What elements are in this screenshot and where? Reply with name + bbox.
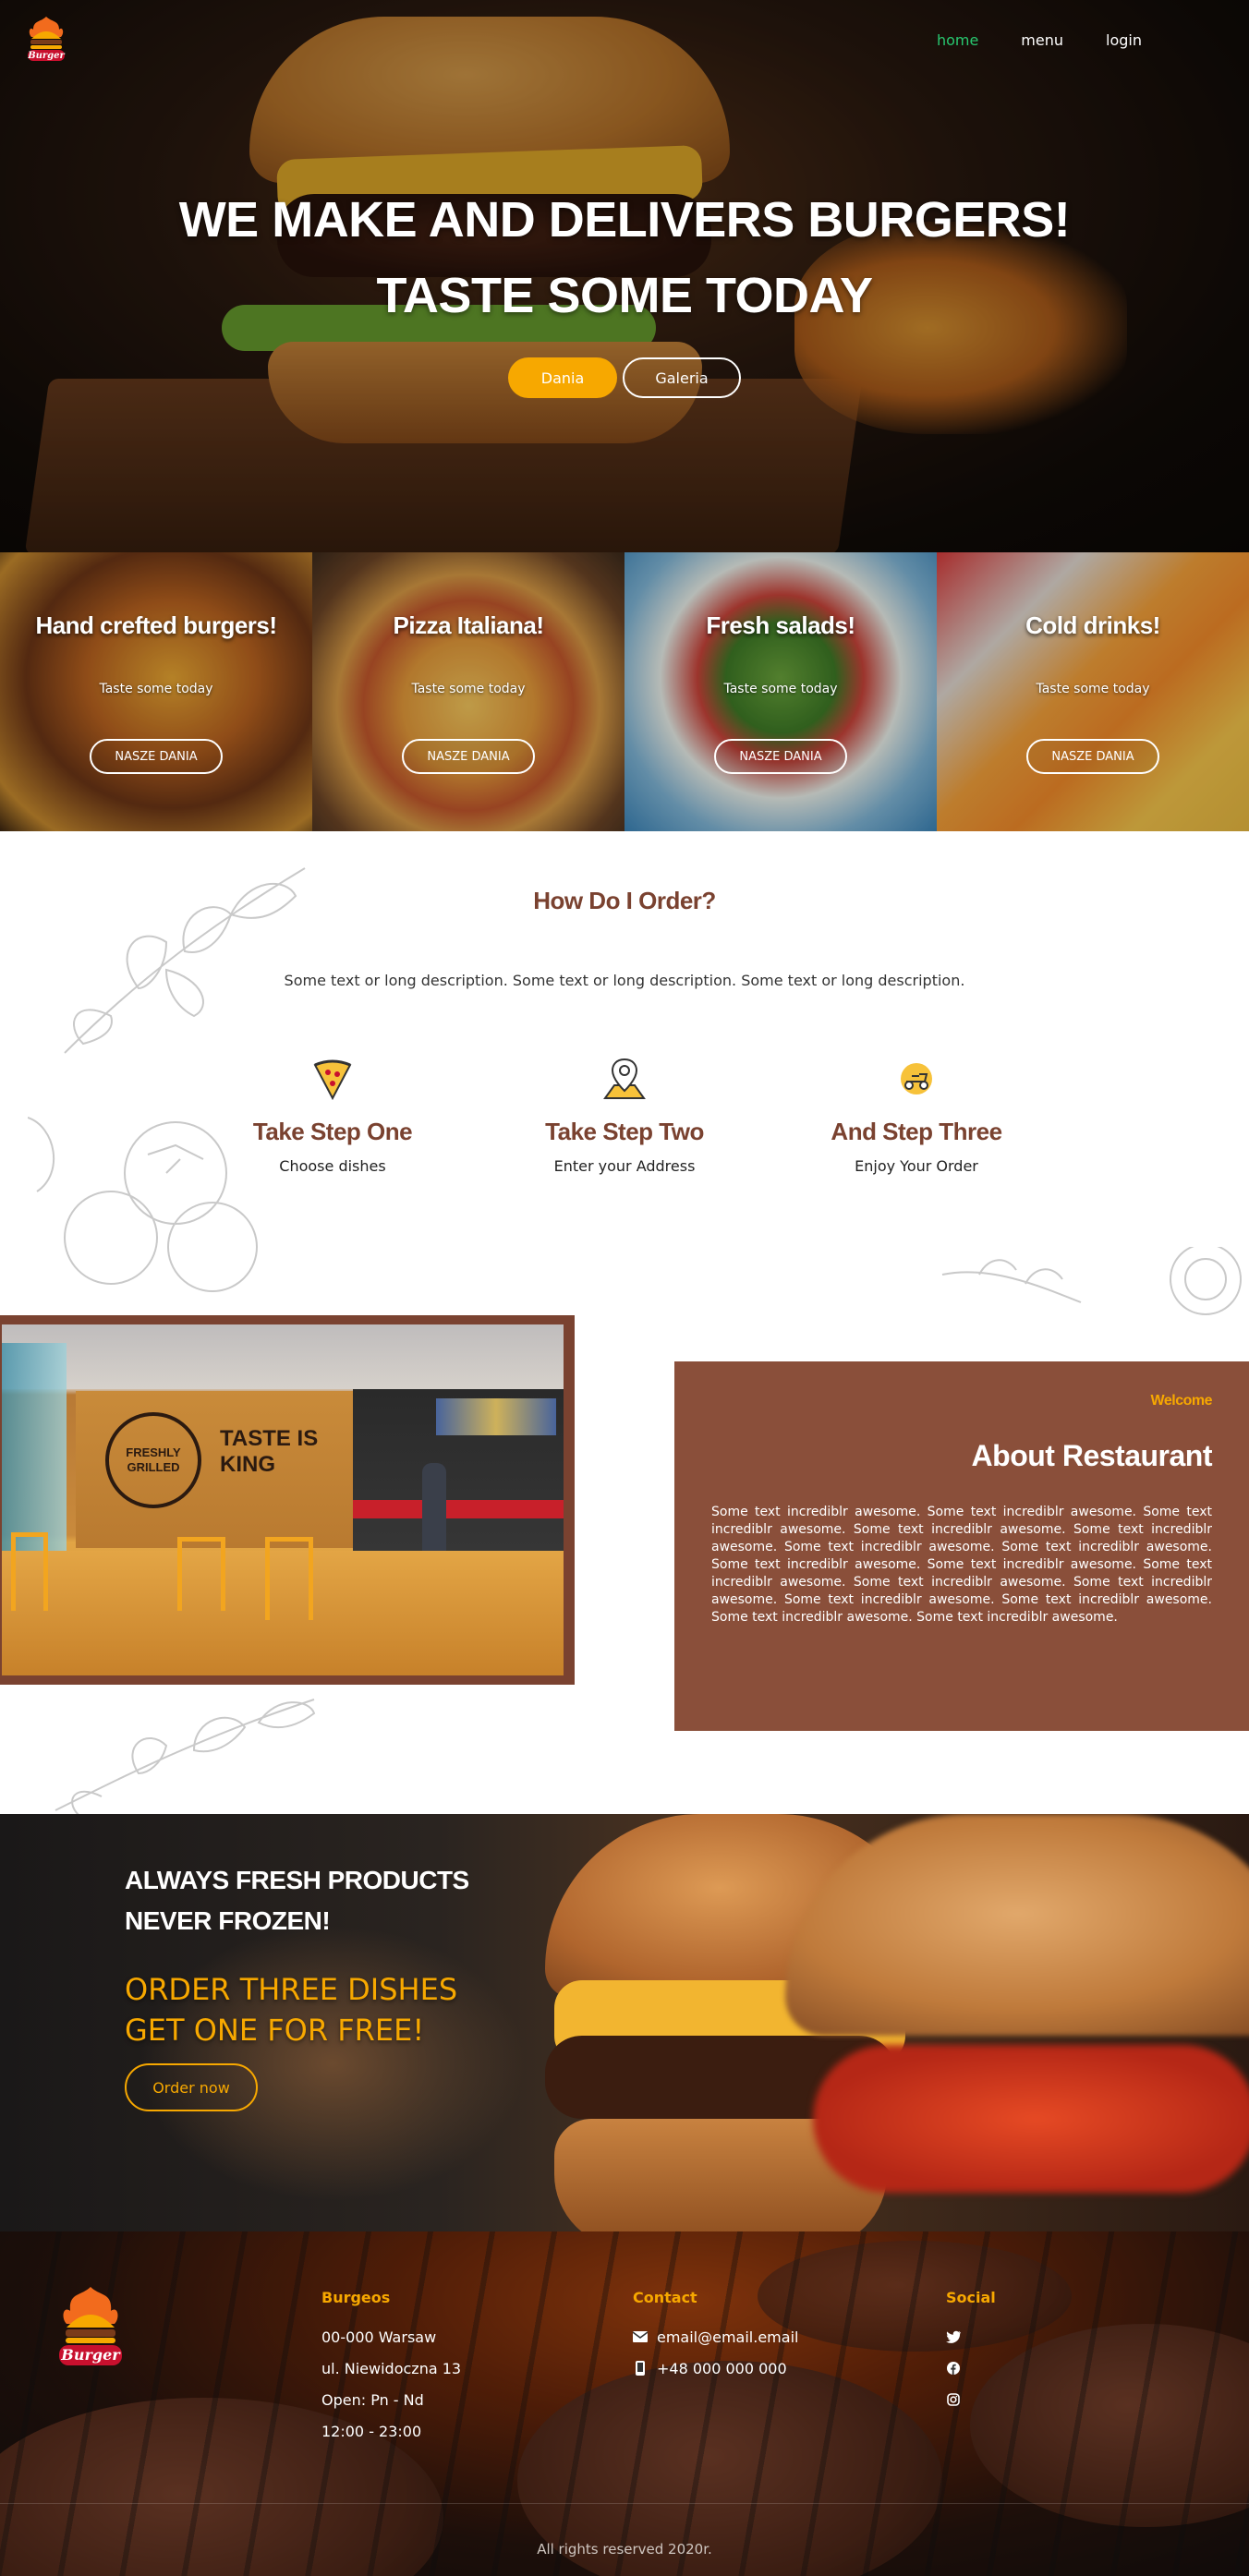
category-title: Cold drinks!	[1025, 611, 1160, 639]
promo-line1: ALWAYS FRESH PRODUCTS	[125, 1866, 469, 1894]
copyright-text: All rights reserved 2020r.	[537, 2541, 712, 2558]
sign-freshly-grilled: FRESHLY GRILLED	[126, 1445, 181, 1474]
svg-text:Burger: Burger	[27, 51, 65, 61]
footer-address-title: Burgeos	[321, 2289, 391, 2306]
promo-line2: NEVER FROZEN!	[125, 1906, 331, 1935]
promo-offer-line2: GET ONE FOR FREE!	[125, 2013, 425, 2048]
about-kicker: Welcome	[1150, 1393, 1213, 1409]
category-subtitle: Taste some today	[411, 682, 526, 696]
sign-taste-is-king: TASTE IS KING	[220, 1426, 319, 1477]
order-description: Some text or long description. Some text…	[284, 972, 965, 989]
footer-address-line: 00-000 Warsaw	[321, 2328, 437, 2346]
instagram-icon[interactable]	[946, 2392, 961, 2407]
step-three: And Step Three Enjoy Your Order	[778, 1053, 1055, 1175]
step-text: Enter your Address	[553, 1157, 696, 1175]
how-to-order-section: How Do I Order? Some text or long descri…	[0, 831, 1249, 1321]
footer-phone[interactable]: +48 000 000 000	[633, 2352, 798, 2384]
footer-hours-label: Open: Pn - Nd	[321, 2390, 424, 2409]
phone-icon	[633, 2361, 648, 2376]
envelope-icon	[633, 2329, 648, 2344]
restaurant-photo: FRESHLY GRILLED TASTE IS KING	[0, 1315, 575, 1685]
category-card-burgers[interactable]: Hand crefted burgers! Taste some today N…	[0, 552, 312, 831]
step-text: Choose dishes	[279, 1157, 386, 1175]
category-button[interactable]: NASZE DANIA	[714, 739, 847, 774]
category-subtitle: Taste some today	[99, 682, 213, 696]
mushroom-sketch-decoration	[941, 1247, 1242, 1315]
category-title: Pizza Italiana!	[393, 611, 545, 639]
category-button[interactable]: NASZE DANIA	[1026, 739, 1159, 774]
delivery-scooter-icon	[901, 1063, 932, 1094]
footer: Burger Burgeos 00-000 Warsaw ul. Niewido…	[0, 2231, 1249, 2576]
footer-hours-value: 12:00 - 23:00	[321, 2422, 422, 2440]
nav-login[interactable]: login	[1106, 31, 1142, 49]
step-text: Enjoy Your Order	[855, 1157, 978, 1175]
order-title: How Do I Order?	[533, 887, 716, 914]
footer-email-text[interactable]: email@email.email	[657, 2328, 798, 2346]
step-two: Take Step Two Enter your Address	[486, 1053, 763, 1175]
footer-social-title: Social	[946, 2289, 996, 2306]
main-nav: home menu login	[894, 31, 1142, 49]
hero-section: Burger home menu login WE MAKE AND DELIV…	[0, 0, 1249, 552]
category-card-salads[interactable]: Fresh salads! Taste some today NASZE DAN…	[624, 552, 937, 831]
order-now-button[interactable]: Order now	[125, 2063, 258, 2111]
categories-section: Hand crefted burgers! Taste some today N…	[0, 552, 1249, 831]
footer-social: Social	[946, 2289, 996, 2415]
hero-title-line1: WE MAKE AND DELIVERS BURGERS!	[178, 192, 1071, 248]
category-subtitle: Taste some today	[723, 682, 838, 696]
promo-offer-line1: ORDER THREE DISHES	[125, 1972, 458, 2007]
category-button[interactable]: NASZE DANIA	[402, 739, 535, 774]
footer-divider	[0, 2503, 1249, 2504]
about-title: About Restaurant	[971, 1439, 1213, 1472]
category-button[interactable]: NASZE DANIA	[90, 739, 223, 774]
nav-home[interactable]: home	[937, 31, 978, 49]
footer-address: Burgeos 00-000 Warsaw ul. Niewidoczna 13…	[321, 2289, 461, 2447]
footer-email[interactable]: email@email.email	[633, 2321, 798, 2352]
footer-contact: Contact email@email.email +48 000 000 00…	[633, 2289, 798, 2384]
footer-contact-title: Contact	[633, 2289, 697, 2306]
about-text: Some text incrediblr awesome. Some text …	[711, 1505, 1212, 1625]
facebook-icon[interactable]	[946, 2361, 961, 2376]
category-card-drinks[interactable]: Cold drinks! Taste some today NASZE DANI…	[937, 552, 1249, 831]
step-title: Take Step One	[252, 1118, 413, 1145]
hero-title-line2: TASTE SOME TODAY	[376, 268, 873, 323]
step-title: Take Step Two	[545, 1118, 704, 1145]
burger-logo-footer[interactable]: Burger	[52, 2283, 129, 2376]
pizza-slice-icon	[313, 1059, 352, 1101]
map-pin-icon	[603, 1058, 646, 1099]
hero-buttons: Dania Galeria	[0, 357, 1249, 398]
svg-text:Burger: Burger	[60, 2346, 121, 2364]
footer-phone-text[interactable]: +48 000 000 000	[657, 2360, 787, 2377]
burger-logo[interactable]: Burger	[22, 15, 70, 67]
category-card-pizza[interactable]: Pizza Italiana! Taste some today NASZE D…	[312, 552, 624, 831]
step-title: And Step Three	[831, 1118, 1002, 1145]
twitter-icon[interactable]	[946, 2329, 961, 2344]
about-section: Welcome About Restaurant Some text incre…	[674, 1361, 1249, 1731]
category-title: Fresh salads!	[706, 611, 855, 639]
herb-sketch-decoration-bottom	[55, 1699, 316, 1816]
dania-button[interactable]: Dania	[508, 357, 617, 398]
footer-address-line: ul. Niewidoczna 13	[321, 2359, 462, 2377]
category-title: Hand crefted burgers!	[35, 611, 277, 639]
nav-menu[interactable]: menu	[1021, 31, 1063, 49]
galeria-button[interactable]: Galeria	[623, 357, 741, 398]
step-one: Take Step One Choose dishes	[194, 1053, 471, 1175]
category-subtitle: Taste some today	[1036, 682, 1150, 696]
promo-section: ALWAYS FRESH PRODUCTS NEVER FROZEN! ORDE…	[0, 1814, 1249, 2231]
